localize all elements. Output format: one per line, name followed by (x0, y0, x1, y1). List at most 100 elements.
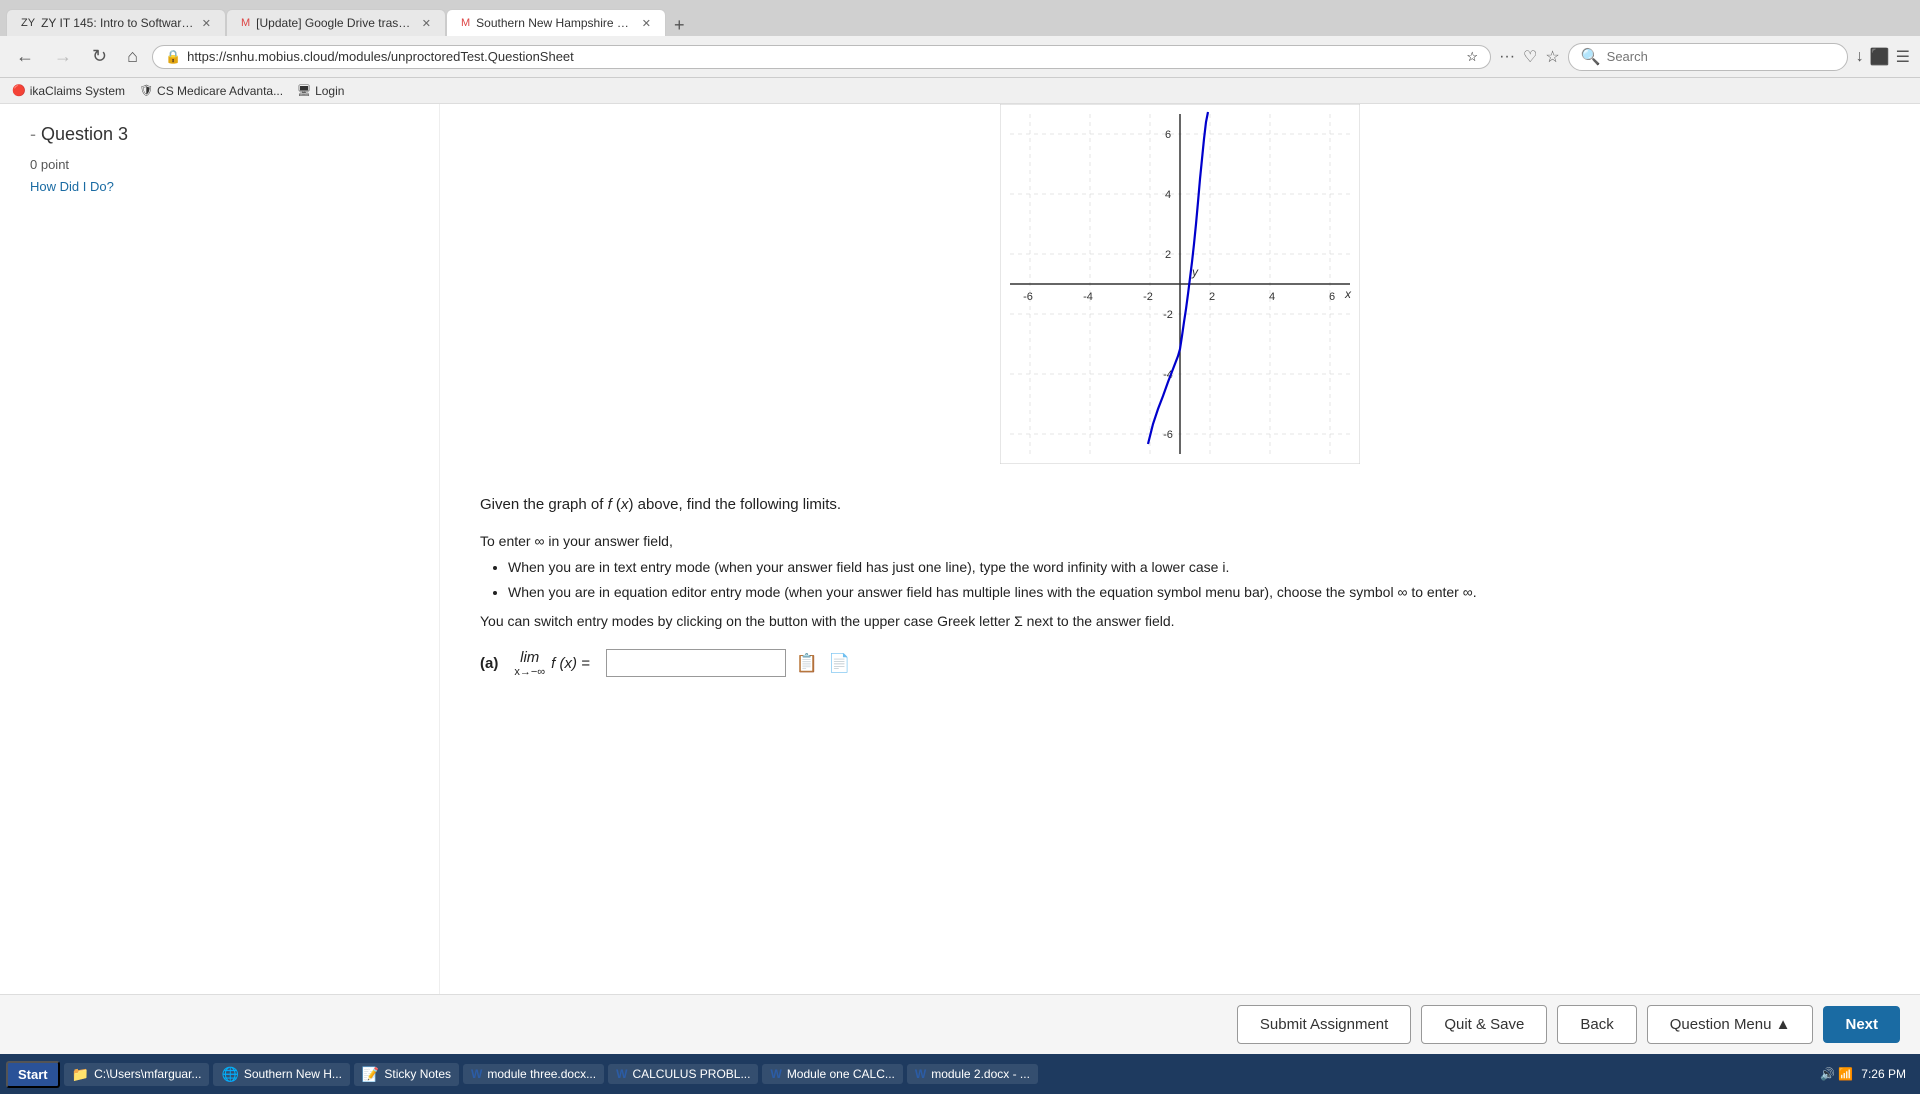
svg-text:-6: -6 (1163, 429, 1173, 441)
taskbar-icon-doc4: W (915, 1067, 926, 1081)
taskbar: Start 📁 C:\Users\mfarguar... 🌐 Southern … (0, 1054, 1920, 1094)
lim-stack: lim x→−∞ (514, 649, 545, 678)
pocket-icon[interactable]: ♡ (1523, 47, 1537, 67)
taskbar-label-explorer: C:\Users\mfarguar... (94, 1067, 201, 1081)
tab-snhu[interactable]: M Southern New Hampshire Univers... ✕ (446, 9, 666, 36)
sys-icons: 🔊 📶 (1820, 1067, 1853, 1081)
start-button[interactable]: Start (6, 1061, 60, 1088)
bookmark-icon-cs: 🛡 (139, 84, 153, 97)
bookmark-star-icon[interactable]: ☆ (1466, 49, 1478, 65)
more-options-button[interactable]: ··· (1499, 48, 1515, 66)
forward-nav-button[interactable]: → (48, 44, 78, 69)
how-did-link[interactable]: How Did I Do? (30, 179, 114, 194)
quit-save-button[interactable]: Quit & Save (1421, 1005, 1547, 1044)
home-button[interactable]: ⌂ (121, 44, 144, 69)
answer-input-a[interactable] (606, 649, 786, 677)
taskbar-icon-doc2: W (616, 1067, 627, 1081)
taskbar-item-sticky[interactable]: 📝 Sticky Notes (354, 1063, 459, 1086)
tab-close-snhu[interactable]: ✕ (642, 17, 651, 30)
taskbar-item-doc3[interactable]: W Module one CALC... (762, 1064, 902, 1084)
taskbar-label-doc1: module three.docx... (487, 1067, 596, 1081)
x-notation: x (621, 496, 629, 513)
tab-label-zy: ZY IT 145: Intro to Software Develo... (41, 16, 196, 30)
back-nav-button[interactable]: ← (10, 44, 40, 69)
star-icon[interactable]: ☆ (1545, 47, 1559, 67)
taskbar-item-doc2[interactable]: W CALCULUS PROBL... (608, 1064, 758, 1084)
sigma-switch-button[interactable]: 📄 (828, 653, 850, 674)
address-text: https://snhu.mobius.cloud/modules/unproc… (187, 49, 1460, 64)
bullet-list: When you are in text entry mode (when yo… (508, 557, 1880, 603)
tab-icon-snhu: M (461, 17, 470, 29)
next-button[interactable]: Next (1823, 1006, 1900, 1043)
lim-word: lim (520, 649, 539, 666)
svg-text:6: 6 (1329, 291, 1335, 303)
svg-text:4: 4 (1269, 291, 1275, 303)
taskbar-icon-doc1: W (471, 1067, 482, 1081)
instructions-header: To enter ∞ in your answer field, (480, 533, 1880, 549)
tab-close-zy[interactable]: ✕ (202, 17, 211, 30)
tab-label-gmail: [Update] Google Drive trash item... (256, 16, 416, 30)
browser-action-icons: ↓ ⬛ ☰ (1856, 47, 1910, 67)
search-bar[interactable]: 🔍 (1568, 43, 1848, 71)
svg-text:2: 2 (1209, 291, 1215, 303)
svg-text:-4: -4 (1083, 291, 1093, 303)
bookmark-ikaclaims[interactable]: 🔴 ikaClaims System (12, 84, 125, 98)
sidebar: - Question 3 0 point How Did I Do? (0, 104, 440, 994)
part-a-section: (a) lim x→−∞ f (x) = 📋 📄 (480, 649, 1880, 678)
tab-icon-zy: ZY (21, 17, 35, 29)
points-label: 0 point (30, 157, 409, 172)
tab-label-snhu: Southern New Hampshire Univers... (476, 16, 636, 30)
equation-editor-button[interactable]: 📋 (796, 653, 818, 674)
graph-container: -6 -4 -2 2 4 6 6 4 2 -2 -4 -6 y x (480, 104, 1880, 464)
content-area: -6 -4 -2 2 4 6 6 4 2 -2 -4 -6 y x (440, 104, 1920, 994)
bookmark-label-ikaclaims: ikaClaims System (30, 84, 125, 98)
taskbar-label-doc2: CALCULUS PROBL... (632, 1067, 750, 1081)
question-title: Question 3 (41, 124, 128, 144)
taskbar-item-doc4[interactable]: W module 2.docx - ... (907, 1064, 1038, 1084)
svg-text:x: x (1344, 287, 1352, 301)
question-text: Given the graph of f (x) above, find the… (480, 494, 1880, 517)
footer: Submit Assignment Quit & Save Back Quest… (0, 994, 1920, 1054)
bullet-item-2: When you are in equation editor entry mo… (508, 582, 1880, 603)
taskbar-time: 7:26 PM (1861, 1067, 1906, 1081)
question-header: - Question 3 (30, 124, 409, 145)
tab-zy[interactable]: ZY ZY IT 145: Intro to Software Develo..… (6, 9, 226, 36)
bookmark-label-cs: CS Medicare Advanta... (157, 84, 283, 98)
back-button[interactable]: Back (1557, 1005, 1636, 1044)
part-a-label: (a) (480, 655, 498, 672)
taskbar-label-doc4: module 2.docx - ... (931, 1067, 1030, 1081)
extension-icon-2[interactable]: ⬛ (1870, 47, 1890, 67)
taskbar-item-doc1[interactable]: W module three.docx... (463, 1064, 604, 1084)
address-bar[interactable]: 🔒 https://snhu.mobius.cloud/modules/unpr… (152, 45, 1491, 69)
svg-text:4: 4 (1165, 189, 1171, 201)
svg-text:-6: -6 (1023, 291, 1033, 303)
lock-icon: 🔒 (165, 49, 181, 65)
bookmarks-bar: 🔴 ikaClaims System 🛡 CS Medicare Advanta… (0, 78, 1920, 104)
nav-bar: ← → ↻ ⌂ 🔒 https://snhu.mobius.cloud/modu… (0, 36, 1920, 78)
fx-notation: f (608, 496, 612, 513)
limit-fx: f (x) = (551, 655, 590, 672)
bookmark-label-login: Login (315, 84, 344, 98)
search-input[interactable] (1607, 49, 1835, 64)
tab-close-gmail[interactable]: ✕ (422, 17, 431, 30)
taskbar-sys-tray: 🔊 📶 7:26 PM (1812, 1067, 1914, 1081)
bookmark-login[interactable]: 🖥 Login (297, 84, 344, 98)
tab-gmail[interactable]: M [Update] Google Drive trash item... ✕ (226, 9, 446, 36)
lim-subscript: x→−∞ (514, 666, 545, 678)
submit-assignment-button[interactable]: Submit Assignment (1237, 1005, 1411, 1044)
taskbar-item-browser[interactable]: 🌐 Southern New H... (213, 1063, 349, 1086)
question-menu-button[interactable]: Question Menu ▲ (1647, 1005, 1814, 1044)
extension-icon-1[interactable]: ↓ (1856, 48, 1864, 66)
svg-text:6: 6 (1165, 129, 1171, 141)
search-icon: 🔍 (1581, 47, 1601, 67)
svg-text:-2: -2 (1163, 309, 1173, 321)
reload-button[interactable]: ↻ (86, 44, 113, 69)
new-tab-button[interactable]: + (666, 15, 693, 36)
function-graph: -6 -4 -2 2 4 6 6 4 2 -2 -4 -6 y x (1000, 104, 1360, 464)
taskbar-item-explorer[interactable]: 📁 C:\Users\mfarguar... (64, 1063, 210, 1086)
bookmark-icon-login: 🖥 (297, 84, 311, 97)
bookmark-cs-medicare[interactable]: 🛡 CS Medicare Advanta... (139, 84, 283, 98)
taskbar-label-browser: Southern New H... (244, 1067, 342, 1081)
tab-bar: ZY ZY IT 145: Intro to Software Develo..… (0, 0, 1920, 36)
extension-icon-3[interactable]: ☰ (1896, 47, 1910, 67)
